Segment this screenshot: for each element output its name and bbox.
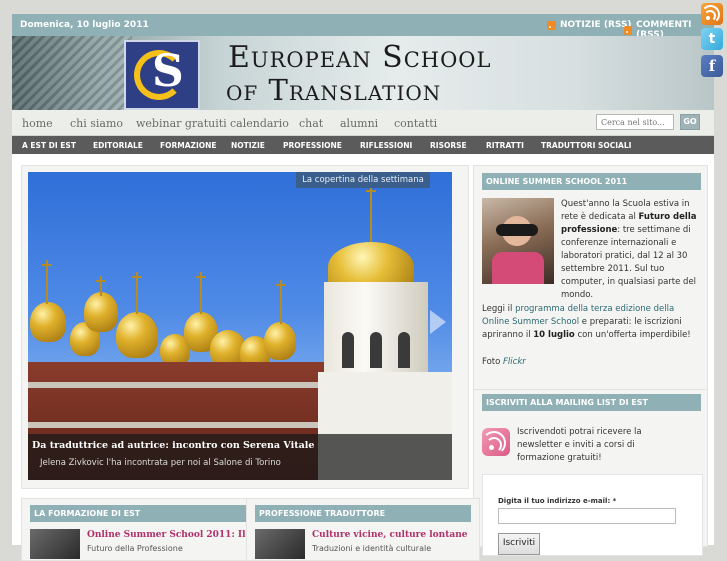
summer-school-intro: Quest'anno la Scuola estiva in rete è de… [561,199,697,300]
page: Domenica, 10 luglio 2011 NOTIZIE (RSS) C… [12,14,714,561]
nav-chat[interactable]: chat [299,117,323,130]
nav-alumni[interactable]: alumni [340,117,378,130]
rss-news-link[interactable]: NOTIZIE (RSS) [547,20,632,30]
category-est[interactable]: A EST DI EST [22,141,76,150]
article-title[interactable]: Online Summer School 2011: Il [87,530,246,540]
category-riflessioni[interactable]: RIFLESSIONI [360,141,412,150]
nav-contatti[interactable]: contatti [394,117,437,130]
cover-of-week-label: La copertina della settimana [296,172,430,188]
nav-webinar[interactable]: webinar gratuiti [136,117,227,130]
logo-mark: S [152,46,184,97]
newsletter-form: Digita il tuo indirizzo e-mail: * Iscriv… [482,474,703,556]
next-arrow-icon[interactable] [430,310,446,334]
summer-school-widget: ONLINE SUMMER SCHOOL 2011 Quest'anno la … [473,165,708,392]
category-ritratti[interactable]: RITRATTI [486,141,524,150]
article-excerpt: Traduzioni e identità culturale [312,544,432,553]
category-risorse[interactable]: RISORSE [430,141,467,150]
article-thumbnail[interactable] [255,529,305,559]
rss-icon [547,20,556,30]
category-formazione[interactable]: FORMAZIONE [160,141,217,150]
category-editoriale[interactable]: EDITORIALE [93,141,143,150]
search-go-button[interactable]: GO [680,114,700,130]
category-bar: A EST DI EST EDITORIALE FORMAZIONE NOTIZ… [12,136,714,154]
article-excerpt: Futuro della Professione [87,544,183,553]
summer-school-program: Leggi il programma della terza edizione … [482,304,691,340]
mailing-list-widget: ISCRIVITI ALLA MAILING LIST DI EST Iscri… [473,389,708,556]
category-notizie[interactable]: NOTIZIE [231,141,265,150]
site-title-line2: of Translation [226,73,442,107]
summer-school-heading: ONLINE SUMMER SCHOOL 2011 [482,173,701,190]
banner-texture [12,36,132,110]
feature-slideshow[interactable]: La copertina della settimana Da traduttr… [28,172,452,480]
category-professione[interactable]: PROFESSIONE [283,141,342,150]
feature-subtitle: Jelena Zivkovic l'ha incontrata per noi … [40,458,281,468]
nav-chi-siamo[interactable]: chi siamo [70,117,123,130]
rss-icon [624,25,633,35]
formazione-heading: LA FORMAZIONE DI EST [30,505,246,522]
email-label: Digita il tuo indirizzo e-mail: * [498,497,617,505]
photo-credit: Foto Flickr [482,357,526,367]
nav-calendario[interactable]: calendario [230,117,289,130]
email-field[interactable] [498,508,676,524]
main-nav: home chi siamo webinar gratuiti calendar… [12,110,714,136]
mailing-list-heading: ISCRIVITI ALLA MAILING LIST DI EST [482,394,701,411]
flickr-link[interactable]: Flickr [503,357,526,367]
twitter-icon[interactable]: t [701,28,723,50]
facebook-icon[interactable]: f [701,55,723,77]
professione-box: PROFESSIONE TRADUTTORE Culture vicine, c… [246,498,480,561]
professione-heading: PROFESSIONE TRADUTTORE [255,505,471,522]
subscribe-button[interactable]: Iscriviti [498,533,540,555]
date-label: Domenica, 10 luglio 2011 [20,20,149,30]
feature-caption[interactable]: Da traduttrice ad autrice: incontro con … [28,434,452,480]
article-thumbnail[interactable] [30,529,80,559]
formazione-box: LA FORMAZIONE DI EST Online Summer Schoo… [21,498,255,561]
site-banner[interactable]: S European School of Translation [12,36,714,110]
search-input[interactable] [596,114,674,130]
rss-feed-icon[interactable] [701,3,723,25]
rss-icon [482,428,510,456]
article-title[interactable]: Culture vicine, culture lontane [312,530,467,540]
feature-title[interactable]: Da traduttrice ad autrice: incontro con … [32,440,314,451]
child-binoculars-photo [482,198,554,284]
top-bar: Domenica, 10 luglio 2011 NOTIZIE (RSS) C… [12,14,714,40]
rss-news-label: NOTIZIE (RSS) [560,20,632,30]
nav-home[interactable]: home [22,117,53,130]
category-traduttori-sociali[interactable]: TRADUTTORI SOCIALI [541,141,631,150]
mailing-list-text: Iscrivendoti potrai ricevere la newslett… [517,427,642,463]
site-title-line1: European School [228,40,492,75]
est-logo[interactable]: S [124,40,200,110]
